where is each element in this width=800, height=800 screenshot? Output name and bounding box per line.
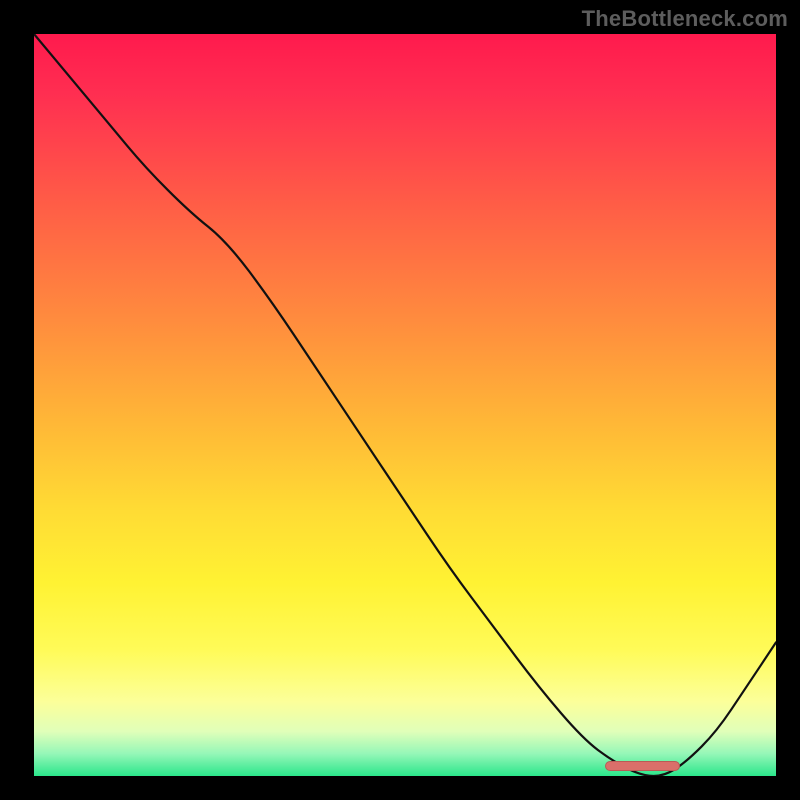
bottleneck-curve: [34, 34, 776, 776]
optimum-range-marker: [605, 761, 679, 771]
chart-container: TheBottleneck.com: [0, 0, 800, 800]
plot-area: [34, 34, 776, 776]
curve-path: [34, 34, 776, 776]
watermark-text: TheBottleneck.com: [582, 6, 788, 32]
